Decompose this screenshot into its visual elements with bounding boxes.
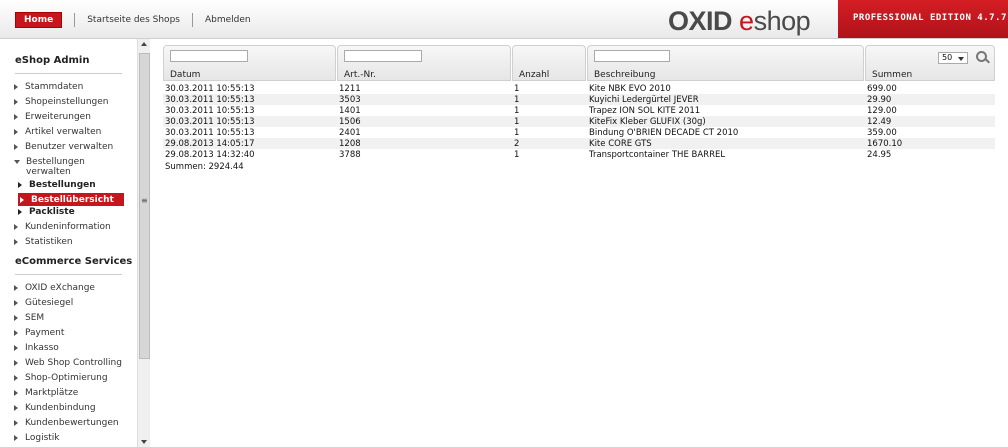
sidebar-item-benutzer[interactable]: Benutzer verwalten xyxy=(14,142,113,152)
sidebar-item-artikel[interactable]: Artikel verwalten xyxy=(14,127,101,137)
chevron-right-icon xyxy=(14,405,18,411)
sidebar-item-shopeinstellungen[interactable]: Shopeinstellungen xyxy=(14,97,109,107)
chevron-right-icon xyxy=(14,224,18,230)
sidebar-subitem-bestellungen[interactable]: Bestellungen xyxy=(18,180,96,190)
filter-beschreibung-input[interactable] xyxy=(594,50,670,62)
chevron-right-icon xyxy=(14,420,18,426)
sidebar-item-erweiterungen[interactable]: Erweiterungen xyxy=(14,112,91,122)
chevron-right-icon xyxy=(14,84,18,90)
filter-header: Datum Art.-Nr. Anzahl Beschreibung 50 Su… xyxy=(163,45,995,81)
table-row: 30.03.2011 10:55:13 1506 1 KiteFix Kleber G… xyxy=(163,116,995,127)
sidebar: eShop Admin Stammdaten Shopeinstellungen… xyxy=(0,39,150,447)
chevron-right-icon xyxy=(20,196,24,203)
total-sum: Summen: 2924.44 xyxy=(165,162,244,172)
chevron-right-icon xyxy=(14,114,18,120)
chevron-right-icon xyxy=(14,375,18,381)
nav-separator xyxy=(74,13,76,27)
table-row: 30.03.2011 10:55:13 1401 1 Trapez ION SOL K… xyxy=(165,105,897,116)
orders-table: 30.03.2011 10:55:13 1211 1 Kite NBK EVO 201… xyxy=(163,83,995,160)
scroll-thumb[interactable] xyxy=(139,53,150,359)
sidebar-item-inkasso[interactable]: Inkasso xyxy=(14,343,59,353)
column-header-datum[interactable]: Datum xyxy=(170,70,200,80)
search-icon[interactable] xyxy=(976,51,987,62)
sidebar-subitem-packliste[interactable]: Packliste xyxy=(18,207,75,217)
edition-label: PROFESSIONAL EDITION 4.7.7 xyxy=(853,13,1007,23)
table-row: 30.03.2011 10:55:13 2401 1 Bindung O'BRIEN … xyxy=(165,127,897,138)
sidebar-item-oxid-exchange[interactable]: OXID eXchange xyxy=(14,283,95,293)
column-header-anzahl[interactable]: Anzahl xyxy=(519,70,549,80)
chevron-right-icon xyxy=(14,285,18,291)
sidebar-nav: eShop Admin Stammdaten Shopeinstellungen… xyxy=(0,39,136,447)
sidebar-item-web-shop-controlling[interactable]: Web Shop Controlling xyxy=(14,358,122,368)
chevron-right-icon xyxy=(14,144,18,150)
divider xyxy=(15,274,122,275)
filter-column-anzahl: Anzahl xyxy=(512,45,586,81)
chevron-right-icon xyxy=(18,182,22,188)
scroll-down-icon[interactable] xyxy=(141,440,147,444)
column-header-artnr[interactable]: Art.-Nr. xyxy=(344,70,376,80)
oxid-eshop-logo: OXID eshop xyxy=(668,6,811,36)
sidebar-item-logistik[interactable]: Logistik xyxy=(14,433,60,443)
sidebar-item-statistiken[interactable]: Statistiken xyxy=(14,237,73,247)
column-header-beschreibung[interactable]: Beschreibung xyxy=(594,70,655,80)
section-eshop-admin: eShop Admin xyxy=(15,55,90,66)
chevron-right-icon xyxy=(14,390,18,396)
sidebar-item-sem[interactable]: SEM xyxy=(14,313,44,323)
sidebar-item-guetesiegel[interactable]: Gütesiegel xyxy=(14,298,73,308)
sidebar-scrollbar[interactable]: ≡ xyxy=(137,39,150,447)
chevron-right-icon xyxy=(14,99,18,105)
chevron-right-icon xyxy=(14,330,18,336)
chevron-right-icon xyxy=(14,435,18,441)
filter-datum-input[interactable] xyxy=(170,50,248,62)
sidebar-subitem-bestelluebersicht[interactable]: Bestellübersicht xyxy=(18,193,124,206)
filter-column-beschreibung: Beschreibung xyxy=(587,45,864,81)
sidebar-item-kundenbindung[interactable]: Kundenbindung xyxy=(14,403,96,413)
sidebar-item-bestellungen-verwalten[interactable]: Bestellungen verwalten xyxy=(14,157,85,177)
table-row: 30.03.2011 10:55:13 1211 1 Kite NBK EVO 201… xyxy=(165,83,897,94)
home-button[interactable]: Home xyxy=(15,12,63,28)
top-nav: Home Startseite des Shops Abmelden xyxy=(15,12,251,28)
column-header-summen[interactable]: Summen xyxy=(872,70,912,80)
sidebar-item-payment[interactable]: Payment xyxy=(14,328,64,338)
table-row: 30.03.2011 10:55:13 3503 1 Kuyichi Ledergür… xyxy=(163,94,995,105)
nav-separator xyxy=(191,13,193,27)
chevron-right-icon xyxy=(14,345,18,351)
sidebar-item-stammdaten[interactable]: Stammdaten xyxy=(14,82,83,92)
chevron-down-icon xyxy=(958,57,964,61)
filter-column-summen: 50 Summen xyxy=(865,45,995,81)
page-size-select[interactable]: 50 xyxy=(938,52,968,64)
sidebar-item-shop-optimierung[interactable]: Shop-Optimierung xyxy=(14,373,108,383)
filter-column-datum: Datum xyxy=(163,45,336,81)
chevron-right-icon xyxy=(14,360,18,366)
shop-start-link[interactable]: Startseite des Shops xyxy=(87,15,180,25)
chevron-right-icon xyxy=(14,300,18,306)
filter-artnr-input[interactable] xyxy=(344,50,422,62)
sidebar-item-kundeninformation[interactable]: Kundeninformation xyxy=(14,222,111,232)
section-ecommerce-services: eCommerce Services xyxy=(15,256,133,267)
grip-icon: ≡ xyxy=(141,196,148,205)
scroll-up-icon[interactable] xyxy=(141,42,147,46)
table-row: 29.08.2013 14:32:40 3788 1 Transportcontain… xyxy=(165,149,892,160)
logout-link[interactable]: Abmelden xyxy=(205,15,251,25)
sidebar-item-marktplaetze[interactable]: Marktplätze xyxy=(14,388,78,398)
chevron-right-icon xyxy=(14,239,18,245)
chevron-right-icon xyxy=(14,129,18,135)
filter-column-artnr: Art.-Nr. xyxy=(337,45,511,81)
table-row: 29.08.2013 14:05:17 1208 2 Kite CORE GTS 167… xyxy=(163,138,995,149)
chevron-down-icon xyxy=(14,160,20,164)
sidebar-item-kundenbewertungen[interactable]: Kundenbewertungen xyxy=(14,418,119,428)
chevron-right-icon xyxy=(18,209,22,215)
chevron-right-icon xyxy=(14,315,18,321)
top-header: Home Startseite des Shops Abmelden OXID … xyxy=(0,0,1008,39)
edition-banner: PROFESSIONAL EDITION 4.7.7 xyxy=(838,0,1008,38)
divider xyxy=(15,73,122,74)
